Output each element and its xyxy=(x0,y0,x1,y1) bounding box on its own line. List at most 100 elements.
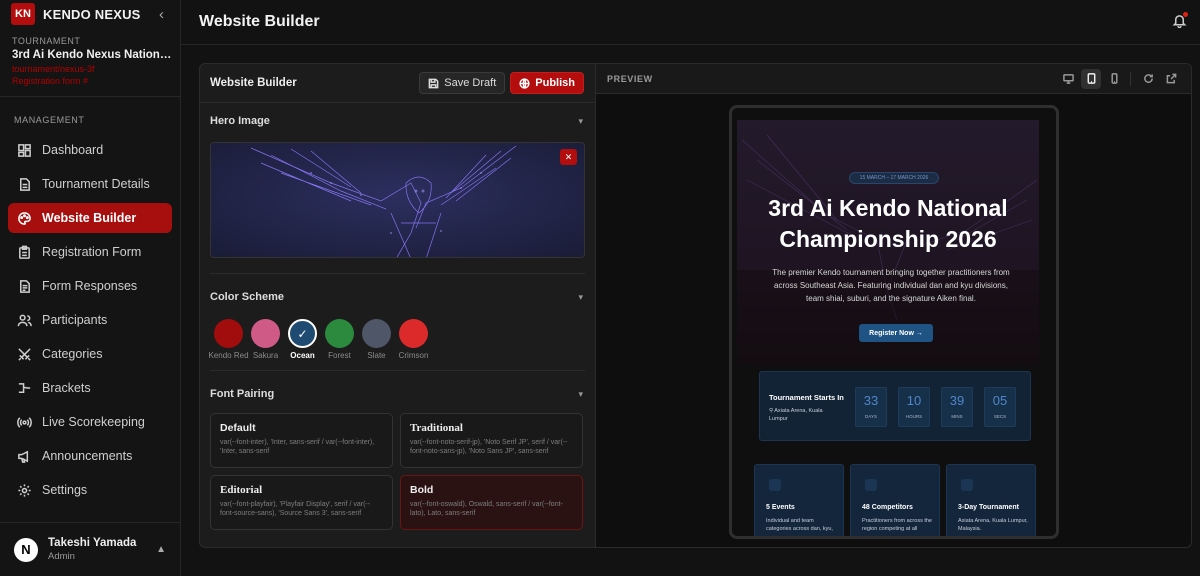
countdown-secs: 05 SECS xyxy=(984,387,1016,427)
swatch-label: Kendo Red xyxy=(208,351,249,360)
save-draft-label: Save Draft xyxy=(444,77,497,89)
register-now-button[interactable]: Register Now → xyxy=(859,324,933,342)
sidebar-item-label: Tournament Details xyxy=(42,177,150,191)
swatch-ocean[interactable]: ✓ Ocean xyxy=(284,319,321,360)
swatch-sakura[interactable]: Sakura xyxy=(247,319,284,360)
sidebar-item-announcements[interactable]: Announcements xyxy=(8,441,172,471)
stat-title: 48 Competitors xyxy=(862,504,913,511)
sidebar-item-settings[interactable]: Settings xyxy=(8,475,172,505)
swatch-kendo-red[interactable]: Kendo Red xyxy=(208,319,249,360)
users-icon xyxy=(16,312,32,328)
swatch-label: Slate xyxy=(367,351,386,360)
swatch-slate[interactable]: Slate xyxy=(358,319,395,360)
gear-icon xyxy=(16,482,32,498)
page-title: Website Builder xyxy=(199,13,320,30)
sidebar-item-tournament-details[interactable]: Tournament Details xyxy=(8,169,172,199)
font-option-default[interactable]: Default var(--font-inter), 'Inter, sans-… xyxy=(210,413,393,468)
sidebar-item-label: Participants xyxy=(42,313,108,327)
sidebar-item-categories[interactable]: Categories xyxy=(8,339,172,369)
swatch-crimson[interactable]: Crimson xyxy=(395,319,432,360)
stat-description: Axiata Arena, Kuala Lumpur, Malaysia. xyxy=(958,518,1028,532)
tournament-name: 3rd Ai Kendo Nexus National C... xyxy=(12,49,174,61)
countdown-unit: MINS xyxy=(951,414,963,419)
font-option-bold[interactable]: Bold var(--font-oswald), Oswald, sans-se… xyxy=(400,475,583,530)
countdown-mins: 39 MINS xyxy=(941,387,973,427)
save-draft-button[interactable]: Save Draft xyxy=(419,72,506,94)
chevron-down-icon: ▾ xyxy=(578,115,583,126)
editor-header: Website Builder Save Draft Publish xyxy=(200,64,595,103)
font-pairing-section-toggle[interactable]: Font Pairing ▾ xyxy=(200,377,595,411)
tablet-view-button[interactable] xyxy=(1081,68,1101,89)
font-name: Editorial xyxy=(220,484,263,496)
refresh-preview-button[interactable] xyxy=(1138,69,1158,89)
sidebar-item-live-scorekeeping[interactable]: Live Scorekeeping xyxy=(8,407,172,437)
save-icon xyxy=(428,78,439,88)
owl-image xyxy=(211,143,584,257)
section-divider xyxy=(210,370,585,371)
color-swatch[interactable] xyxy=(251,319,280,348)
countdown-value: 10 xyxy=(906,393,922,408)
color-swatch[interactable] xyxy=(214,319,243,348)
open-external-button[interactable] xyxy=(1161,69,1181,89)
stat-card-duration: 3-Day Tournament Axiata Arena, Kuala Lum… xyxy=(946,464,1036,536)
globe-icon xyxy=(519,77,530,89)
section-divider xyxy=(210,273,585,274)
desktop-view-button[interactable] xyxy=(1058,69,1078,89)
chevron-down-icon: ▾ xyxy=(578,388,583,399)
registration-link[interactable]: Registration form # xyxy=(12,76,180,86)
site-title: 3rd Ai Kendo National Championship 2026 xyxy=(737,193,1039,255)
sidebar-item-form-responses[interactable]: Form Responses xyxy=(8,271,172,301)
hero-image-preview[interactable]: ✕ xyxy=(210,142,585,258)
font-option-editorial[interactable]: Editorial var(--font-playfair), 'Playfai… xyxy=(210,475,393,530)
sidebar-item-participants[interactable]: Participants xyxy=(8,305,172,335)
color-swatch[interactable] xyxy=(362,319,391,348)
close-icon: ✕ xyxy=(564,151,573,162)
site-description: The premier Kendo tournament bringing to… xyxy=(772,268,1010,303)
font-name: Default xyxy=(220,422,256,434)
stat-title: 5 Events xyxy=(766,504,795,511)
sidebar-divider xyxy=(0,96,180,97)
tournament-link[interactable]: tournament/nexus-3f xyxy=(12,64,180,74)
countdown-unit: SECS xyxy=(993,414,1007,419)
countdown-card: Tournament Starts In ⚲ Axiata Arena, Kua… xyxy=(759,371,1031,441)
tablet-icon xyxy=(1087,73,1095,84)
notifications-bell-icon[interactable] xyxy=(1172,12,1188,31)
users-icon xyxy=(865,479,877,491)
sidebar-item-dashboard[interactable]: Dashboard xyxy=(8,135,172,165)
collapse-sidebar-icon[interactable]: ‹ xyxy=(159,6,164,23)
font-option-traditional[interactable]: Traditional var(--font-noto-serif-jp), '… xyxy=(400,413,583,468)
hero-image-section-toggle[interactable]: Hero Image ▾ xyxy=(200,104,595,138)
stat-title: 3-Day Tournament xyxy=(958,504,1019,511)
tournament-info: TOURNAMENT 3rd Ai Kendo Nexus National C… xyxy=(0,36,180,86)
check-icon: ✓ xyxy=(297,326,308,341)
font-options: Default var(--font-inter), 'Inter, sans-… xyxy=(200,413,595,530)
date-badge: 15 MARCH – 17 MARCH 2026 xyxy=(849,172,939,184)
color-swatch[interactable] xyxy=(399,319,428,348)
swatch-label: Sakura xyxy=(252,351,279,360)
notification-dot xyxy=(1183,12,1188,17)
sidebar-item-registration-form[interactable]: Registration Form xyxy=(8,237,172,267)
sidebar-item-website-builder[interactable]: Website Builder xyxy=(8,203,172,233)
sidebar-item-brackets[interactable]: Brackets xyxy=(8,373,172,403)
color-swatches: Kendo Red Sakura ✓ Ocean Forest Slate Cr… xyxy=(200,319,595,360)
mobile-view-button[interactable] xyxy=(1104,69,1124,89)
site-hero: 15 MARCH – 17 MARCH 2026 3rd Ai Kendo Na… xyxy=(737,120,1039,365)
section-title: Font Pairing xyxy=(210,388,275,400)
user-menu[interactable]: N Takeshi Yamada Admin ▲ xyxy=(0,522,180,576)
megaphone-icon xyxy=(16,448,32,464)
remove-image-button[interactable]: ✕ xyxy=(560,149,577,165)
color-swatch[interactable] xyxy=(325,319,354,348)
trophy-icon xyxy=(769,479,781,491)
stat-description: Individual and team categories across da… xyxy=(766,518,833,532)
font-description: var(--font-inter), 'Inter, sans-serif / … xyxy=(220,439,375,456)
countdown-title: Tournament Starts In xyxy=(769,393,844,402)
color-scheme-section-toggle[interactable]: Color Scheme ▾ xyxy=(200,280,595,314)
preview-label: PREVIEW xyxy=(607,73,653,84)
publish-button[interactable]: Publish xyxy=(510,72,584,94)
swatch-forest[interactable]: Forest xyxy=(321,319,358,360)
sidebar-item-label: Categories xyxy=(42,347,103,361)
sidebar-item-label: Announcements xyxy=(42,449,133,463)
sidebar-item-label: Live Scorekeeping xyxy=(42,415,145,429)
section-title: Hero Image xyxy=(210,115,270,127)
color-swatch-selected[interactable]: ✓ xyxy=(288,319,317,348)
